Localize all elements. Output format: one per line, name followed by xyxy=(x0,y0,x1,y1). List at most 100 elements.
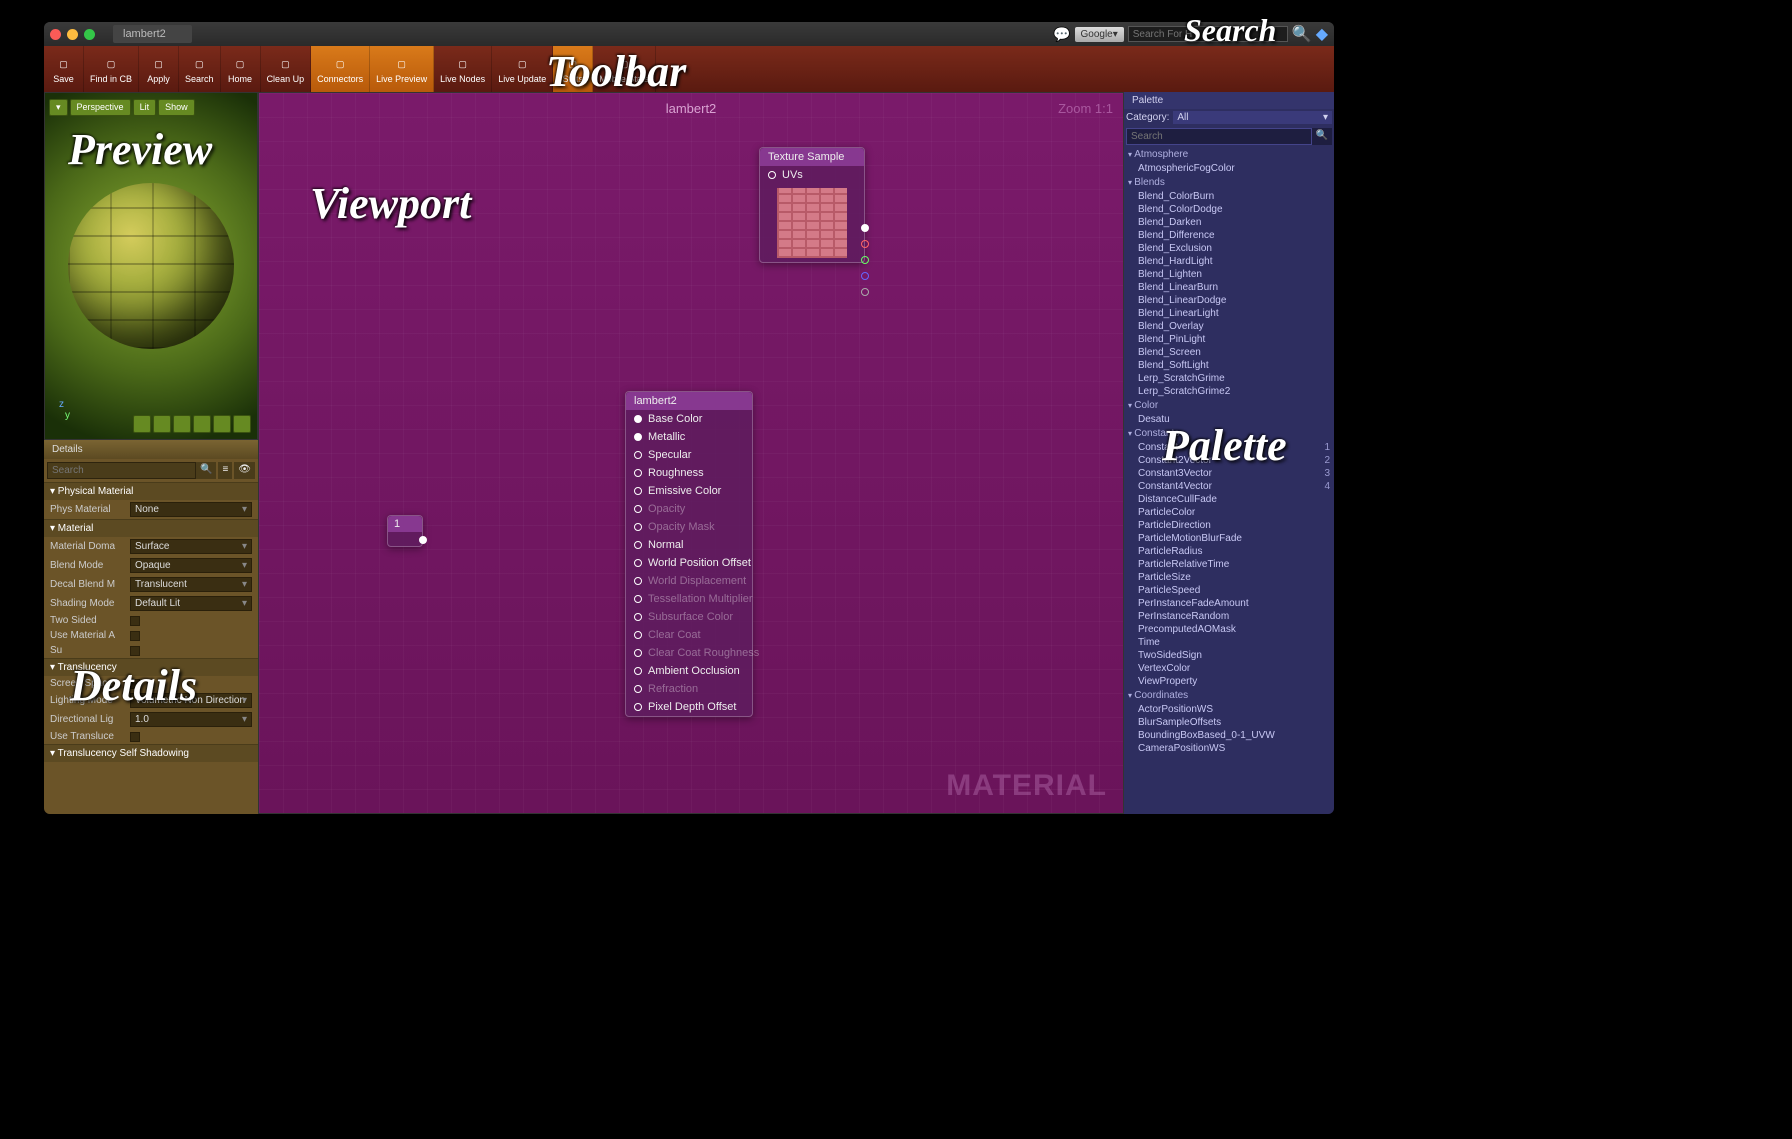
palette-item[interactable]: Constant4Vector4 xyxy=(1124,480,1334,493)
input-port[interactable] xyxy=(634,703,642,711)
pin-clear-coat-roughness[interactable]: Clear Coat Roughness xyxy=(626,644,752,662)
palette-item[interactable]: Blend_Difference xyxy=(1124,229,1334,242)
palette-item[interactable]: Blend_Screen xyxy=(1124,346,1334,359)
output-value[interactable] xyxy=(419,536,427,544)
palette-item[interactable]: TwoSidedSign xyxy=(1124,649,1334,662)
toolbar-clean-up-button[interactable]: ▢Clean Up xyxy=(261,46,312,92)
palette-tab[interactable]: Palette xyxy=(1124,92,1334,109)
input-port[interactable] xyxy=(634,631,642,639)
globe-icon[interactable]: ◆ xyxy=(1316,24,1328,44)
search-provider-dropdown[interactable]: Google▾ xyxy=(1075,27,1124,42)
pin-base-color[interactable]: Base Color xyxy=(626,410,752,428)
palette-item[interactable]: Blend_LinearBurn xyxy=(1124,281,1334,294)
palette-item[interactable]: Blend_Overlay xyxy=(1124,320,1334,333)
pin-normal[interactable]: Normal xyxy=(626,536,752,554)
palette-item[interactable]: ParticleRelativeTime xyxy=(1124,558,1334,571)
palette-item[interactable]: ActorPositionWS xyxy=(1124,703,1334,716)
palette-item[interactable]: ParticleMotionBlurFade xyxy=(1124,532,1334,545)
pin-roughness[interactable]: Roughness xyxy=(626,464,752,482)
pin-pixel-depth-offset[interactable]: Pixel Depth Offset xyxy=(626,698,752,716)
toolbar-find-in-cb-button[interactable]: ▢Find in CB xyxy=(84,46,139,92)
input-port[interactable] xyxy=(634,487,642,495)
output-g[interactable] xyxy=(861,256,869,264)
palette-item[interactable]: CameraPositionWS xyxy=(1124,742,1334,755)
palette-search-input[interactable] xyxy=(1126,128,1312,145)
view-options-icon[interactable]: ≡ xyxy=(218,462,232,479)
palette-item[interactable]: ParticleSize xyxy=(1124,571,1334,584)
input-port[interactable] xyxy=(634,613,642,621)
input-port[interactable] xyxy=(634,577,642,585)
property-dropdown[interactable]: Surface xyxy=(130,539,252,554)
close-icon[interactable] xyxy=(50,29,61,40)
pin-opacity[interactable]: Opacity xyxy=(626,500,752,518)
output-a[interactable] xyxy=(861,288,869,296)
palette-item[interactable]: Blend_LinearLight xyxy=(1124,307,1334,320)
property-dropdown[interactable]: Translucent xyxy=(130,577,252,592)
pin-world-displacement[interactable]: World Displacement xyxy=(626,572,752,590)
help-search-input[interactable] xyxy=(1128,26,1288,42)
node-material-output[interactable]: lambert2 Base ColorMetallicSpecularRough… xyxy=(625,391,753,717)
category-dropdown[interactable]: All xyxy=(1173,111,1332,124)
input-port[interactable] xyxy=(634,469,642,477)
shape-plane-button[interactable] xyxy=(173,415,191,433)
pin-uvs[interactable]: UVs xyxy=(760,166,864,184)
palette-item[interactable]: Desatu xyxy=(1124,413,1334,426)
palette-item[interactable]: Constant1 xyxy=(1124,441,1334,454)
property-checkbox[interactable] xyxy=(130,732,140,742)
palette-item[interactable]: DistanceCullFade xyxy=(1124,493,1334,506)
node-texture-sample[interactable]: Texture Sample UVs xyxy=(759,147,865,263)
input-port[interactable] xyxy=(634,685,642,693)
shape-cylinder-button[interactable] xyxy=(133,415,151,433)
details-section-header[interactable]: ▾ Translucency xyxy=(44,659,258,676)
pin-ambient-occlusion[interactable]: Ambient Occlusion xyxy=(626,662,752,680)
property-checkbox[interactable] xyxy=(130,679,140,689)
palette-item[interactable]: Lerp_ScratchGrime xyxy=(1124,372,1334,385)
input-port[interactable] xyxy=(634,649,642,657)
preview-lit-button[interactable]: Lit xyxy=(133,99,157,116)
shape-mesh-button[interactable] xyxy=(233,415,251,433)
palette-category[interactable]: Coordinates xyxy=(1124,688,1334,703)
toolbar-apply-button[interactable]: ▢Apply xyxy=(139,46,179,92)
shape-sphere-button[interactable] xyxy=(153,415,171,433)
palette-item[interactable]: BlurSampleOffsets xyxy=(1124,716,1334,729)
pin-emissive-color[interactable]: Emissive Color xyxy=(626,482,752,500)
output-rgb[interactable] xyxy=(861,224,869,232)
document-tab[interactable]: lambert2 xyxy=(113,25,192,43)
toolbar-home-button[interactable]: ▢Home xyxy=(221,46,261,92)
property-checkbox[interactable] xyxy=(130,646,140,656)
palette-category[interactable]: Blends xyxy=(1124,175,1334,190)
palette-item[interactable]: Blend_SoftLight xyxy=(1124,359,1334,372)
details-section-header[interactable]: ▾ Material xyxy=(44,520,258,537)
palette-item[interactable]: Blend_ColorBurn xyxy=(1124,190,1334,203)
pin-metallic[interactable]: Metallic xyxy=(626,428,752,446)
pin-clear-coat[interactable]: Clear Coat xyxy=(626,626,752,644)
palette-item[interactable]: ParticleColor xyxy=(1124,506,1334,519)
minimize-icon[interactable] xyxy=(67,29,78,40)
input-port[interactable] xyxy=(634,415,642,423)
palette-item[interactable]: VertexColor xyxy=(1124,662,1334,675)
details-search-input[interactable] xyxy=(47,462,196,479)
details-section-header[interactable]: ▾ Physical Material xyxy=(44,483,258,500)
search-icon[interactable]: 🔍 xyxy=(196,462,216,479)
palette-item[interactable]: Blend_Lighten xyxy=(1124,268,1334,281)
palette-item[interactable]: PerInstanceRandom xyxy=(1124,610,1334,623)
palette-item[interactable]: Time xyxy=(1124,636,1334,649)
property-dropdown[interactable]: Opaque xyxy=(130,558,252,573)
palette-item[interactable]: BoundingBoxBased_0-1_UVW xyxy=(1124,729,1334,742)
palette-category[interactable]: Constants xyxy=(1124,426,1334,441)
shape-cube-button[interactable] xyxy=(193,415,211,433)
property-checkbox[interactable] xyxy=(130,616,140,626)
graph-viewport[interactable]: lambert2 Zoom 1:1 MATERIAL Texture Sampl… xyxy=(258,92,1124,814)
node-constant[interactable]: 1 xyxy=(387,515,423,547)
palette-item[interactable]: Blend_Darken xyxy=(1124,216,1334,229)
input-port[interactable] xyxy=(634,505,642,513)
toolbar-stats-button[interactable]: ▢Stats xyxy=(553,46,593,92)
toolbar-live-preview-button[interactable]: ▢Live Preview xyxy=(370,46,434,92)
palette-item[interactable]: Blend_HardLight xyxy=(1124,255,1334,268)
pin-specular[interactable]: Specular xyxy=(626,446,752,464)
preview-show-button[interactable]: Show xyxy=(158,99,195,116)
toolbar-search-button[interactable]: ▢Search xyxy=(179,46,221,92)
input-port[interactable] xyxy=(634,667,642,675)
toolbar-live-nodes-button[interactable]: ▢Live Nodes xyxy=(434,46,492,92)
palette-item[interactable]: ParticleDirection xyxy=(1124,519,1334,532)
